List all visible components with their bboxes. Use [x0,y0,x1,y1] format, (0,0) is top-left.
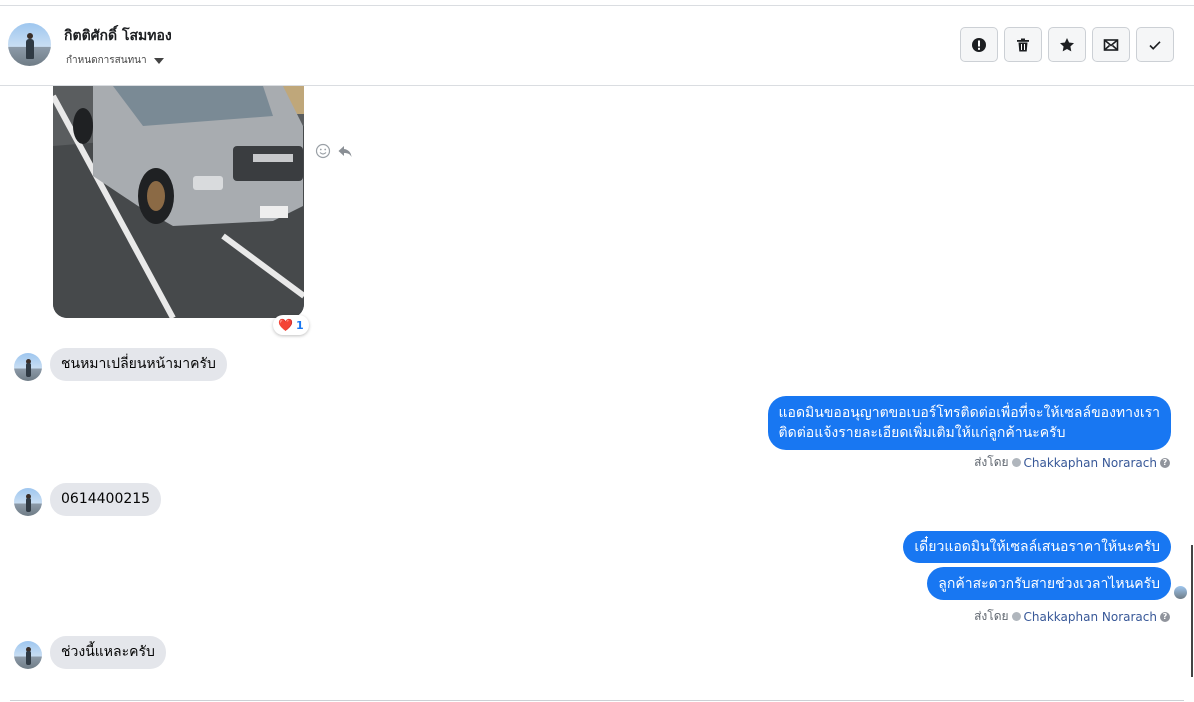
help-icon[interactable]: ? [1160,457,1170,468]
message-line: ติดต่อแจ้งรายละเอียดเพิ่มเติมให้แก่ลูกค้… [778,425,1066,441]
incoming-message: ช่วงนี้แหละครับ [50,636,166,669]
emoji-react-icon[interactable] [315,143,331,159]
customer-avatar [14,488,42,516]
trash-icon [1017,38,1029,51]
chevron-down-icon [153,57,164,64]
contact-name[interactable]: กิตติศักดิ์ โสมทอง [64,25,172,47]
mark-unread-button[interactable] [1092,27,1130,62]
sent-by-prefix: ส่งโดย [974,609,1009,623]
seen-avatar [1174,586,1187,599]
assign-conversation-dropdown[interactable]: กำหนดการสนทนา [66,53,164,68]
contact-avatar[interactable] [8,23,51,66]
gear-icon [1011,612,1021,621]
sender-name-link[interactable]: Chakkaphan Norarach [1024,456,1157,470]
outgoing-message: เดี๋ยวแอดมินให้เซลล์เสนอราคาให้นะครับ [903,531,1171,563]
reply-icon[interactable] [337,143,353,159]
sender-name-link[interactable]: Chakkaphan Norarach [1024,610,1157,624]
report-icon [972,37,986,52]
reaction-badge[interactable]: ❤️ 1 [273,315,309,335]
assign-label: กำหนดการสนทนา [66,55,147,66]
heart-icon: ❤️ [278,318,293,332]
composer-divider [10,700,1184,701]
mark-unread-icon [1103,38,1119,51]
star-icon [1060,37,1074,51]
sent-by-label: ส่งโดย Chakkaphan Norarach ? [974,607,1170,626]
scrollbar[interactable] [1191,545,1193,677]
message-line: แอดมินขออนุญาตขอเบอร์โทรติดต่อเพื่อที่จะ… [778,405,1160,421]
sent-by-label: ส่งโดย Chakkaphan Norarach ? [974,453,1170,472]
customer-avatar [14,641,42,669]
incoming-message: 0614400215 [50,483,162,516]
gear-icon [1011,458,1021,467]
report-spam-button[interactable] [960,27,998,62]
incoming-message: ชนหมาเปลี่ยนหน้ามาครับ [50,348,227,381]
star-button[interactable] [1048,27,1086,62]
outgoing-message: ลูกค้าสะดวกรับสายช่วงเวลาไหนครับ [927,567,1171,600]
reaction-count: 1 [295,318,304,332]
header-actions [960,27,1174,62]
sent-by-prefix: ส่งโดย [974,455,1009,469]
message-image[interactable] [53,86,304,318]
mark-done-button[interactable] [1136,27,1174,62]
conversation-header: กิตติศักดิ์ โสมทอง กำหนดการสนทนา [0,6,1194,86]
customer-avatar [14,353,42,381]
help-icon[interactable]: ? [1160,611,1170,622]
outgoing-message: แอดมินขออนุญาตขอเบอร์โทรติดต่อเพื่อที่จะ… [767,396,1171,450]
done-check-icon [1149,40,1161,50]
message-actions [315,143,353,159]
delete-button[interactable] [1004,27,1042,62]
